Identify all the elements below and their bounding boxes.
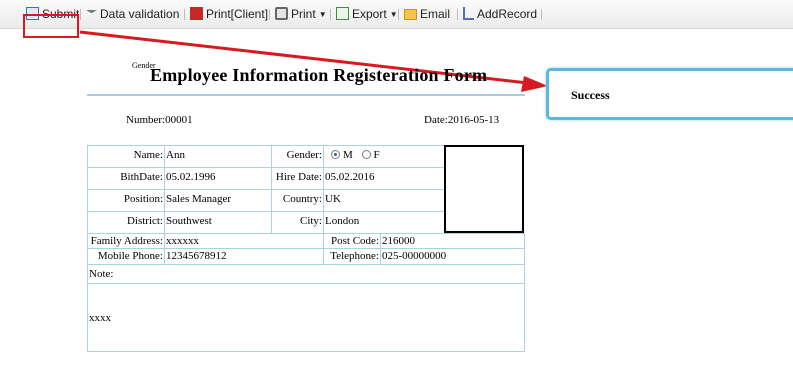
gender-m-label: M — [343, 149, 353, 161]
post-code-field[interactable]: 216000 — [380, 233, 525, 249]
gender-f-radio[interactable] — [361, 150, 371, 159]
country-label: Country: — [271, 189, 324, 212]
name-field[interactable]: Ann — [164, 145, 272, 168]
note-field[interactable]: xxxx — [87, 283, 525, 352]
gender-f-label: F — [373, 149, 380, 161]
birthdate-field[interactable]: 05.02.1996 — [164, 167, 272, 190]
city-field[interactable]: London — [323, 211, 445, 234]
gender-label: Gender: — [271, 145, 324, 168]
birthdate-label: BithDate: — [87, 167, 165, 190]
success-popup: Success — [546, 68, 793, 120]
mobile-phone-field[interactable]: 12345678912 — [164, 248, 324, 265]
district-label: District: — [87, 211, 165, 234]
country-field[interactable]: UK — [323, 189, 445, 212]
position-field[interactable]: Sales Manager — [164, 189, 272, 212]
city-label: City: — [271, 211, 324, 234]
title-divider — [87, 94, 525, 96]
note-label: Note: — [87, 264, 525, 284]
gender-m-radio[interactable] — [331, 150, 340, 159]
family-address-field[interactable]: xxxxxx — [164, 233, 324, 249]
name-label: Name: — [87, 145, 165, 168]
form-title: Employee Information Registeration Form — [150, 65, 488, 85]
mobile-phone-label: Mobile Phone: — [87, 248, 165, 265]
position-label: Position: — [87, 189, 165, 212]
photo-placeholder[interactable] — [444, 145, 524, 233]
telephone-label: Telephone: — [323, 248, 381, 265]
hire-date-field[interactable]: 05.02.2016 — [323, 167, 445, 190]
hire-date-label: Hire Date: — [271, 167, 324, 190]
success-message: Success — [571, 88, 610, 102]
family-address-label: Family Address: — [87, 233, 165, 249]
district-field[interactable]: Southwest — [164, 211, 272, 234]
record-number: Number:00001 — [126, 114, 193, 126]
record-date: Date:2016-05-13 — [424, 114, 500, 126]
telephone-field[interactable]: 025-00000000 — [380, 248, 525, 265]
gender-radio-group: M F — [323, 145, 445, 168]
post-code-label: Post Code: — [323, 233, 381, 249]
